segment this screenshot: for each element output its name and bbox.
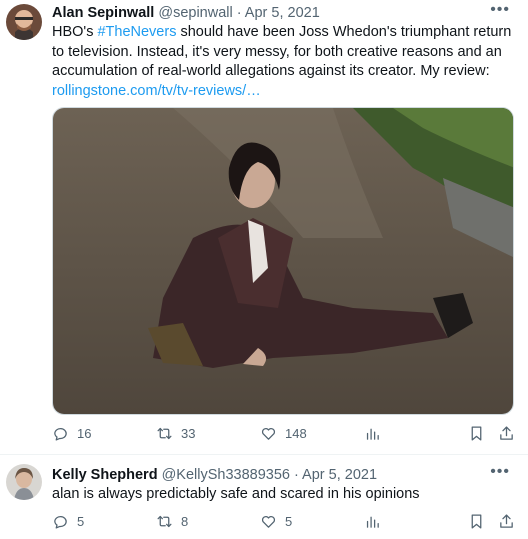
like-count: 5 xyxy=(285,514,293,529)
tweet-header: Alan Sepinwall @sepinwall · Apr 5, 2021 … xyxy=(52,1,520,22)
hashtag-link[interactable]: #TheNevers xyxy=(97,24,176,40)
views-button[interactable] xyxy=(364,513,389,530)
tweet-text: alan is always predictably safe and scar… xyxy=(52,486,420,502)
like-button[interactable]: 5 xyxy=(260,513,292,530)
reply-icon xyxy=(54,516,67,529)
more-icon[interactable]: ••• xyxy=(490,463,510,481)
like-button[interactable]: 148 xyxy=(260,425,307,442)
tweet-text: HBO's #TheNevers should have been Joss W… xyxy=(52,23,514,101)
reply-button[interactable]: 16 xyxy=(52,425,91,442)
avatar[interactable] xyxy=(6,464,42,500)
tweet-sepinwall[interactable]: Alan Sepinwall @sepinwall · Apr 5, 2021 … xyxy=(0,0,528,455)
handle-and-date[interactable]: @sepinwall · Apr 5, 2021 xyxy=(158,4,319,22)
tweet-header: Kelly Shepherd @KellySh33889356 · Apr 5,… xyxy=(52,463,520,484)
share-button[interactable] xyxy=(498,513,523,530)
reply-icon xyxy=(54,428,67,441)
reply-count: 16 xyxy=(77,426,92,441)
share-icon xyxy=(500,514,513,528)
heart-icon xyxy=(261,427,276,440)
retweet-button[interactable]: 8 xyxy=(156,513,188,530)
bookmark-icon xyxy=(471,514,482,529)
more-icon[interactable]: ••• xyxy=(490,1,510,19)
share-button[interactable] xyxy=(498,425,523,442)
reply-count: 5 xyxy=(77,514,85,529)
article-link[interactable]: rollingstone.com/tv/tv-reviews/… xyxy=(52,83,261,99)
share-icon xyxy=(500,426,513,440)
like-count: 148 xyxy=(285,426,307,441)
tweet-photo[interactable] xyxy=(52,107,514,415)
bookmark-button[interactable] xyxy=(468,513,493,530)
retweet-icon xyxy=(157,427,172,440)
heart-icon xyxy=(261,515,276,528)
bookmark-button[interactable] xyxy=(468,425,493,442)
analytics-icon xyxy=(366,516,379,528)
avatar[interactable] xyxy=(6,4,42,40)
retweet-button[interactable]: 33 xyxy=(156,425,195,442)
retweet-icon xyxy=(157,515,172,528)
tweet-text-start: HBO's xyxy=(52,24,98,40)
analytics-icon xyxy=(366,428,379,440)
handle-and-date[interactable]: @KellySh33889356 · Apr 5, 2021 xyxy=(162,466,377,484)
tweet-reply-kelly[interactable]: Kelly Shepherd @KellySh33889356 · Apr 5,… xyxy=(0,455,528,539)
reply-button[interactable]: 5 xyxy=(52,513,84,530)
tweet-actions: 16 33 148 xyxy=(52,425,518,445)
retweet-count: 33 xyxy=(181,426,196,441)
views-button[interactable] xyxy=(364,425,389,442)
retweet-count: 8 xyxy=(181,514,189,529)
author-name[interactable]: Alan Sepinwall xyxy=(52,4,154,22)
author-name[interactable]: Kelly Shepherd xyxy=(52,466,158,484)
tweet-actions: 5 8 5 xyxy=(52,513,518,533)
bookmark-icon xyxy=(471,426,482,441)
